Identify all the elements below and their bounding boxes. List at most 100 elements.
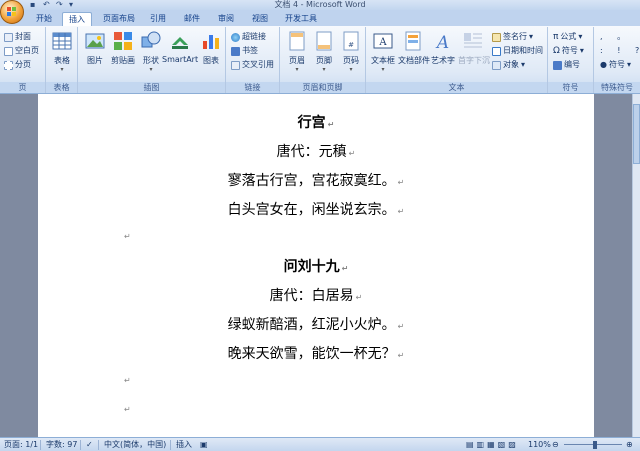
vertical-scrollbar[interactable] xyxy=(632,94,640,437)
date-time-button[interactable]: 日期和时间 xyxy=(492,45,543,57)
page-break-button[interactable]: 分页 xyxy=(4,59,31,71)
signature-icon xyxy=(492,32,501,42)
paragraph-mark-icon: ↵ xyxy=(124,232,131,241)
bookmark-icon xyxy=(231,46,240,56)
group-links: 超链接 书签 交叉引用 链接 xyxy=(226,27,280,93)
smartart-button[interactable]: SmartArt xyxy=(162,31,198,64)
document-page[interactable]: 行宫 ↵ 唐代：元稹 ↵ 寥落古行宫，宫花寂寞红。 ↵ 白头宫女在，闲坐说玄宗。 ↵ ↵… xyxy=(38,94,594,437)
textbox-button[interactable]: A 文本框 ▾ xyxy=(368,31,398,73)
chart-button[interactable]: 图表 xyxy=(196,31,226,66)
poem-author-1: 唐代：元稹 ↵ xyxy=(276,144,356,160)
scrollbar-thumb[interactable] xyxy=(633,104,640,164)
bookmark-button[interactable]: 书签 xyxy=(231,45,258,57)
paragraph-mark-icon: ↵ xyxy=(397,351,405,360)
zoom-level[interactable]: 110% xyxy=(528,438,551,451)
macro-record-icon[interactable]: ▣ xyxy=(200,438,208,451)
tab-page-layout[interactable]: 页面布局 xyxy=(98,12,140,26)
proofing-icon[interactable]: ✓ xyxy=(86,438,93,451)
title-bar: ▪ ↶ ↷ ▾ 文档 4 - Microsoft Word xyxy=(0,0,640,10)
word-count[interactable]: 字数: 97 xyxy=(46,438,77,451)
poem-line: 白头宫女在，闲坐说玄宗。 ↵ xyxy=(227,202,405,218)
dropdown-arrow-icon: ▾ xyxy=(579,46,584,55)
group-special-symbols-label: 特殊符号 xyxy=(594,82,640,93)
number-button[interactable]: 编号 xyxy=(553,59,580,71)
wordart-icon: A xyxy=(435,33,449,51)
language-indicator[interactable]: 中文(简体，中国) xyxy=(104,438,166,451)
poem-author-2: 唐代：白居易 ↵ xyxy=(269,288,363,304)
special-punct-row-2[interactable]: : ! ? xyxy=(600,45,640,57)
office-button[interactable] xyxy=(0,0,24,24)
window-title: 文档 4 - Microsoft Word xyxy=(274,0,366,9)
bullet-icon: ● xyxy=(600,60,607,69)
dropdown-arrow-icon: ▾ xyxy=(626,60,631,69)
table-icon xyxy=(52,32,72,50)
page-count[interactable]: 页面: 1/1 xyxy=(4,438,38,451)
blank-page-icon xyxy=(4,46,13,56)
picture-button[interactable]: 图片 xyxy=(80,31,110,66)
group-pages: 封面 空白页 分页 页 xyxy=(0,27,46,93)
zoom-out-icon[interactable]: ⊖ xyxy=(552,438,559,451)
cross-reference-icon xyxy=(231,60,240,70)
paragraph-mark-icon: ↵ xyxy=(397,322,405,331)
smartart-icon xyxy=(172,37,188,49)
dropdown-arrow-icon: ▾ xyxy=(322,66,326,73)
special-symbol-button[interactable]: ● 符号 ▾ xyxy=(600,59,631,71)
paragraph-mark-icon: ↵ xyxy=(124,405,131,414)
special-punct-row-1[interactable]: , 。 ; xyxy=(600,31,640,43)
textbox-icon: A xyxy=(373,33,393,49)
clipart-button[interactable]: 剪贴画 xyxy=(108,31,138,66)
cover-page-icon xyxy=(4,32,13,42)
view-buttons[interactable]: ▤▥▦▧▨ xyxy=(466,438,519,451)
insert-mode[interactable]: 插入 xyxy=(176,438,192,451)
paragraph-mark-icon: ↵ xyxy=(327,120,335,129)
clipart-icon xyxy=(114,32,132,50)
ribbon: 封面 空白页 分页 页 表格 ▾ 表格 图片 剪贴画 形状 ▾ SmartArt… xyxy=(0,26,640,94)
header-button[interactable]: 页眉 ▾ xyxy=(282,31,312,73)
tab-mailings[interactable]: 邮件 xyxy=(178,12,206,26)
group-header-footer-label: 页眉和页脚 xyxy=(280,82,365,93)
dropdown-arrow-icon: ▾ xyxy=(149,66,153,73)
paragraph-mark-icon: ↵ xyxy=(348,149,356,158)
dropdown-arrow-icon: ▾ xyxy=(60,66,64,73)
group-links-label: 链接 xyxy=(226,82,279,93)
status-divider xyxy=(98,440,99,450)
cross-reference-button[interactable]: 交叉引用 xyxy=(231,59,274,71)
tab-review[interactable]: 审阅 xyxy=(212,12,240,26)
blank-page-button[interactable]: 空白页 xyxy=(4,45,39,57)
tab-references[interactable]: 引用 xyxy=(144,12,172,26)
page-number-button[interactable]: # 页码 ▾ xyxy=(336,31,366,73)
object-button[interactable]: 对象 ▾ xyxy=(492,59,525,71)
group-text-label: 文本 xyxy=(366,82,547,93)
symbol-button[interactable]: Ω 符号 ▾ xyxy=(553,45,584,57)
poem-line: 绿蚁新醅酒，红泥小火炉。 ↵ xyxy=(227,317,405,333)
paragraph-mark-icon: ↵ xyxy=(397,207,405,216)
dropdown-arrow-icon: ▾ xyxy=(578,32,583,41)
paragraph-mark-icon: ↵ xyxy=(355,293,363,302)
tab-view[interactable]: 视图 xyxy=(246,12,274,26)
group-header-footer: 页眉 ▾ 页脚 ▾ # 页码 ▾ 页眉和页脚 xyxy=(280,27,366,93)
zoom-in-icon[interactable]: ⊕ xyxy=(626,438,633,451)
drop-cap-button[interactable]: 首字下沉 xyxy=(458,31,490,66)
tab-developer[interactable]: 开发工具 xyxy=(280,12,322,26)
tab-home[interactable]: 开始 xyxy=(30,12,58,26)
page-break-icon xyxy=(4,60,13,70)
pi-icon: π xyxy=(553,32,559,42)
group-pages-label: 页 xyxy=(0,82,45,93)
svg-text:A: A xyxy=(378,37,387,48)
office-logo-icon xyxy=(7,7,16,16)
group-illustrations: 图片 剪贴画 形状 ▾ SmartArt 图表 插图 xyxy=(78,27,226,93)
dropdown-arrow-icon: ▾ xyxy=(295,66,299,73)
cover-page-button[interactable]: 封面 xyxy=(4,31,31,43)
group-symbols: π 公式 ▾ Ω 符号 ▾ 编号 符号 xyxy=(548,27,594,93)
zoom-slider-thumb[interactable] xyxy=(593,441,597,449)
paragraph-mark-icon: ↵ xyxy=(341,264,349,273)
wordart-button[interactable]: A 艺术字 xyxy=(428,31,458,66)
quick-parts-button[interactable]: 文档部件 xyxy=(398,31,430,66)
group-text: A 文本框 ▾ 文档部件 A 艺术字 首字下沉 签名行 ▾ 日期和时间 对象 ▾… xyxy=(366,27,548,93)
hyperlink-button[interactable]: 超链接 xyxy=(231,31,266,43)
footer-button[interactable]: 页脚 ▾ xyxy=(309,31,339,73)
signature-line-button[interactable]: 签名行 ▾ xyxy=(492,31,533,43)
tab-insert[interactable]: 插入 xyxy=(62,12,92,26)
equation-button[interactable]: π 公式 ▾ xyxy=(553,31,582,43)
table-button[interactable]: 表格 ▾ xyxy=(47,31,77,73)
